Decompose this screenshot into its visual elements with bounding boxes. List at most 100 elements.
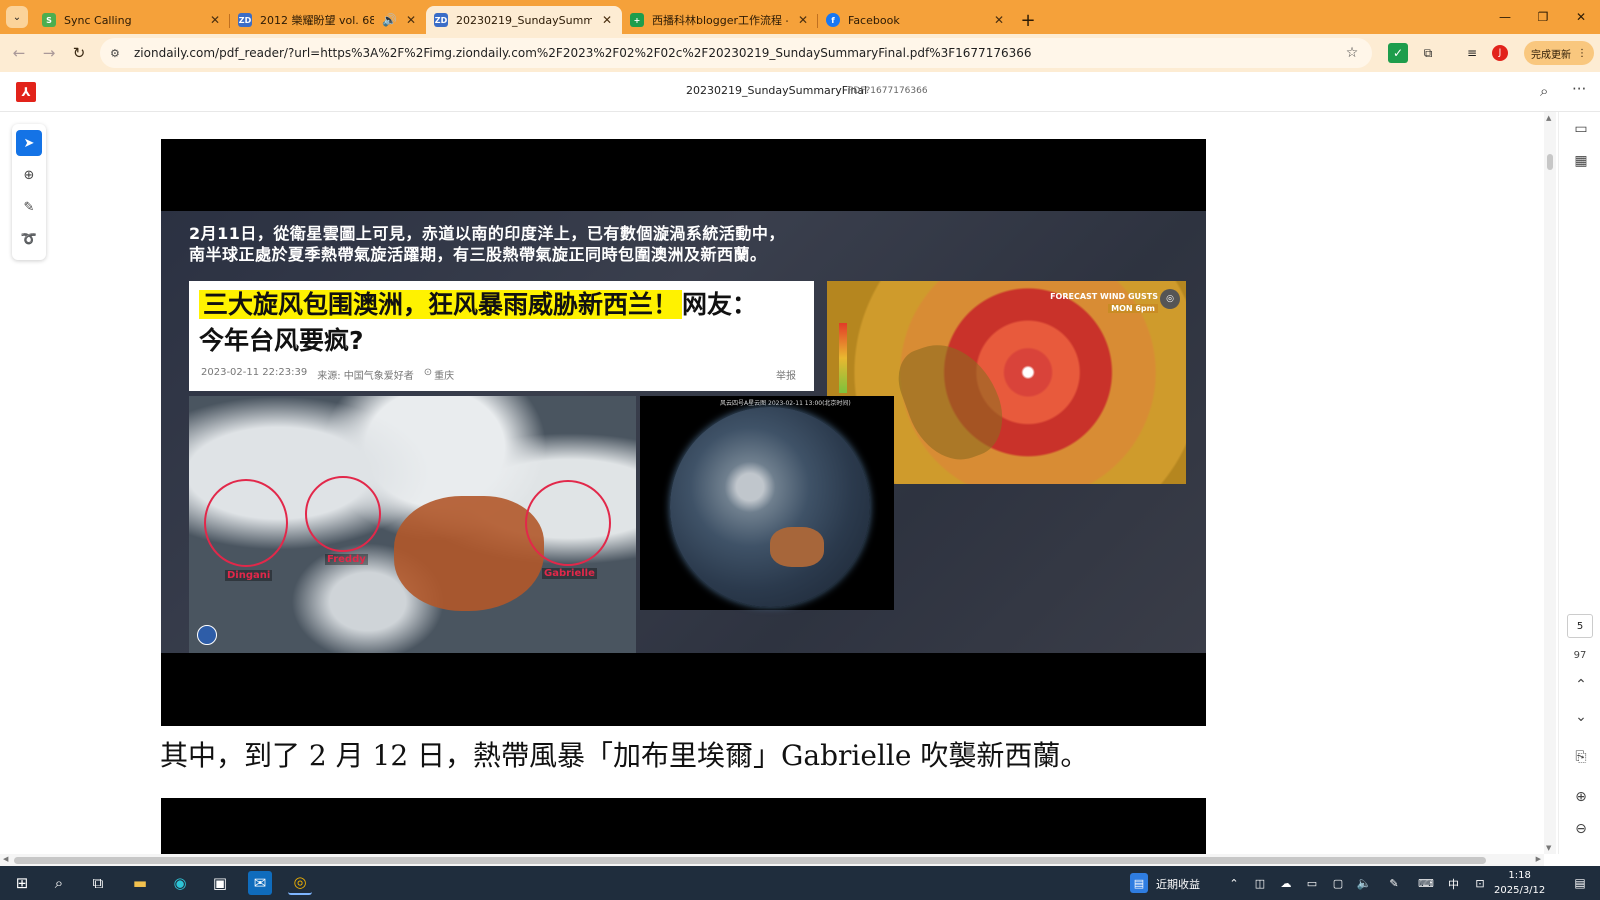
tab-sunday-summary[interactable]: ZD 20230219_SundaySummaryFi ✕ <box>426 6 622 34</box>
horizontal-scrollbar[interactable]: ◀ ▶ <box>0 854 1544 866</box>
window-controls: — ❐ ✕ <box>1486 0 1600 34</box>
news-source: 来源: 中国气象爱好者 <box>317 371 414 382</box>
reload-button[interactable]: ↻ <box>64 38 94 68</box>
satellite-image: Dingani Freddy Gabrielle <box>189 396 636 653</box>
globe-image: 风云四号A星云图 2023-02-11 13:00(北京时间) <box>640 396 894 610</box>
page-fit-icon[interactable]: ⎘ <box>1572 748 1590 766</box>
task-view-icon[interactable]: ⧉ <box>86 871 110 895</box>
headline-line-2: 今年台风要疯? <box>199 326 364 355</box>
acrobat-logo-icon: ⅄ <box>16 82 36 102</box>
back-button[interactable]: ← <box>4 38 34 68</box>
thumbnails-grid-icon[interactable]: ▦ <box>1572 152 1590 170</box>
forward-button[interactable]: → <box>34 38 64 68</box>
storm-circle-freddy <box>305 476 381 552</box>
scroll-right-icon[interactable]: ▶ <box>1536 855 1541 863</box>
news-widget-label[interactable]: 近期收益 <box>1156 876 1200 892</box>
lasso-draw-icon[interactable]: ➰ <box>16 226 42 252</box>
globe-caption: 风云四号A星云图 2023-02-11 13:00(北京时间) <box>720 400 851 407</box>
close-tab-icon[interactable]: ✕ <box>208 13 222 27</box>
zoom-in-icon[interactable]: ⊕ <box>1572 788 1590 806</box>
keyboard-icon[interactable]: ⌨ <box>1414 871 1438 895</box>
news-widget-icon[interactable]: ▤ <box>1130 873 1148 893</box>
ime-mode-icon[interactable]: ⊡ <box>1468 871 1492 895</box>
windows-start-icon[interactable]: ⊞ <box>10 871 34 895</box>
news-meta: 2023-02-11 22:23:39 来源: 中国气象爱好者 ⊙ 重庆 <box>201 367 454 382</box>
tab-search-button[interactable]: ⌄ <box>6 6 28 28</box>
add-comment-icon[interactable]: ⊕ <box>16 162 42 188</box>
weather-logo-icon: ◎ <box>1160 289 1180 309</box>
headline-rest: 网友： <box>682 290 758 319</box>
comments-icon[interactable]: ▭ <box>1572 120 1590 138</box>
speaker-icon[interactable]: 🔊 <box>382 13 397 27</box>
network-icon[interactable]: ▢ <box>1326 871 1350 895</box>
search-icon[interactable]: ⌕ <box>1540 82 1548 100</box>
scroll-left-icon[interactable]: ◀ <box>3 855 8 863</box>
scrollbar-thumb[interactable] <box>1547 154 1553 170</box>
previous-page-icon[interactable]: ⌃ <box>1572 676 1590 694</box>
file-explorer-icon[interactable]: ▬ <box>128 871 152 895</box>
scroll-up-icon[interactable]: ▲ <box>1546 114 1551 122</box>
next-page-icon[interactable]: ⌄ <box>1572 708 1590 726</box>
site-info-icon[interactable]: ⚙ <box>110 47 128 60</box>
storm-circle-dingani <box>204 479 288 567</box>
tab-list: S Sync Calling ✕ ZD 2012 樂耀盼望 vol. 680 —… <box>34 4 1042 34</box>
tab-favicon-icon: + <box>630 13 644 27</box>
news-headline: 三大旋风包围澳洲，狂风暴雨威胁新西兰！ 网友： 今年台风要疯? <box>199 287 799 359</box>
volume-icon[interactable]: 🔈 <box>1352 871 1376 895</box>
vertical-scrollbar[interactable]: ▲ ▼ <box>1544 112 1556 854</box>
scroll-down-icon[interactable]: ▼ <box>1546 844 1551 852</box>
chrome-icon[interactable]: ◎ <box>288 871 312 895</box>
tab-facebook[interactable]: f Facebook ✕ <box>818 6 1014 34</box>
close-tab-icon[interactable]: ✕ <box>796 13 810 27</box>
close-window-button[interactable]: ✕ <box>1562 0 1600 34</box>
pen-icon[interactable]: ✎ <box>1382 871 1406 895</box>
extension-check-icon[interactable]: ✓ <box>1388 43 1408 63</box>
tab-ziondaily-680[interactable]: ZD 2012 樂耀盼望 vol. 680 — 🔊 ✕ <box>230 6 426 34</box>
news-location: 重庆 <box>434 371 455 382</box>
extensions-puzzle-icon[interactable]: ⧉ <box>1418 43 1438 63</box>
battery-icon[interactable]: ▭ <box>1300 871 1324 895</box>
search-icon[interactable]: ⌕ <box>47 871 71 895</box>
outlook-icon[interactable]: ✉ <box>248 871 272 895</box>
minimize-button[interactable]: — <box>1486 0 1524 34</box>
wind-map-title: FORECAST WIND GUSTS <box>1050 292 1158 301</box>
highlight-pen-icon[interactable]: ✎ <box>16 194 42 220</box>
news-date: 2023-02-11 22:23:39 <box>201 367 308 378</box>
caption-line-1: 2月11日，從衛星雲圖上可見，赤道以南的印度洋上，已有數個漩渦系統活動中， <box>189 224 785 243</box>
ime-indicator[interactable]: 中 <box>1448 876 1459 892</box>
profile-avatar[interactable]: J <box>1492 45 1508 61</box>
new-tab-button[interactable]: + <box>1014 6 1042 34</box>
url-text[interactable]: ziondaily.com/pdf_reader/?url=https%3A%2… <box>134 46 1342 60</box>
news-report: 举报 <box>776 371 796 382</box>
current-page-input[interactable]: 5 <box>1567 614 1593 638</box>
close-tab-icon[interactable]: ✕ <box>992 13 1006 27</box>
onedrive-cloud-icon[interactable]: ☁ <box>1274 871 1298 895</box>
more-horizontal-icon[interactable]: ··· <box>1572 80 1586 98</box>
close-tab-icon[interactable]: ✕ <box>404 13 418 27</box>
edge-browser-icon[interactable]: ◉ <box>168 871 192 895</box>
tray-app-icon[interactable]: ◫ <box>1248 871 1272 895</box>
tab-google-sheet[interactable]: + 西播科林blogger工作流程 - Go ✕ <box>622 6 818 34</box>
h-scrollbar-thumb[interactable] <box>14 857 1486 864</box>
noaa-logo-icon <box>197 625 217 645</box>
chevron-up-icon[interactable]: ⌃ <box>1222 871 1246 895</box>
tab-sync-calling[interactable]: S Sync Calling ✕ <box>34 6 230 34</box>
restore-button[interactable]: ❐ <box>1524 0 1562 34</box>
store-icon[interactable]: ▣ <box>208 871 232 895</box>
system-clock[interactable]: 1:18 2025/3/12 <box>1494 868 1545 898</box>
browser-toolbar: ← → ↻ ⚙ ziondaily.com/pdf_reader/?url=ht… <box>0 34 1600 72</box>
notification-icon[interactable]: ▤ <box>1568 871 1592 895</box>
document-paragraph: 其中，到了 2 月 12 日，熱帶風暴「加布里埃爾」Gabrielle 吹襲新西… <box>160 739 1089 772</box>
update-button[interactable]: 完成更新 ⋮ <box>1524 41 1594 65</box>
zoom-out-icon[interactable]: ⊖ <box>1572 820 1590 838</box>
right-tool-rail: ▭ ▦ 5 97 ⌃ ⌄ ⎘ ⊕ ⊖ <box>1558 112 1600 854</box>
media-control-icon[interactable]: ≡ <box>1462 43 1482 63</box>
select-cursor-icon[interactable]: ➤ <box>16 130 42 156</box>
tab-title: Facebook <box>848 13 900 27</box>
tab-favicon-icon: S <box>42 13 56 27</box>
pdf-document-area[interactable]: 2月11日，從衛星雲圖上可見，赤道以南的印度洋上，已有數個漩渦系統活動中， 南半… <box>56 112 1544 854</box>
bookmark-star-icon[interactable]: ☆ <box>1342 45 1362 61</box>
address-bar[interactable]: ⚙ ziondaily.com/pdf_reader/?url=https%3A… <box>100 38 1372 68</box>
chevron-down-icon: ⌄ <box>12 11 22 23</box>
close-tab-icon[interactable]: ✕ <box>600 13 614 27</box>
